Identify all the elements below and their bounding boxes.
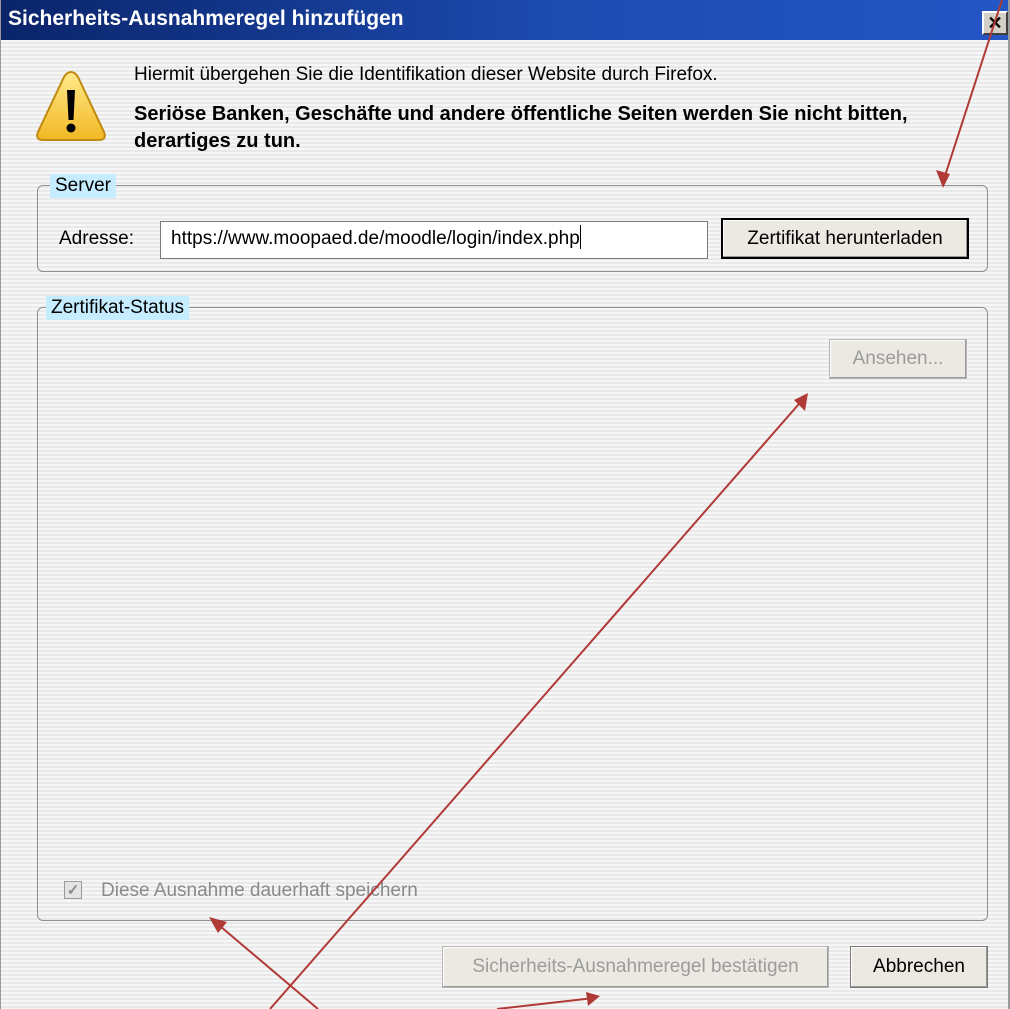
server-legend: Server xyxy=(50,174,116,198)
permanent-exception-label: Diese Ausnahme dauerhaft speichern xyxy=(101,880,418,901)
window-border-left xyxy=(0,0,1,1009)
certificate-status-group xyxy=(37,307,988,921)
warning-emphasis: Seriöse Banken, Geschäfte und andere öff… xyxy=(134,103,908,152)
download-certificate-button[interactable]: Zertifikat herunterladen xyxy=(721,218,969,259)
address-value: https://www.moopaed.de/moodle/login/inde… xyxy=(171,228,580,249)
certificate-status-legend: Zertifikat-Status xyxy=(46,296,190,320)
address-label: Adresse: xyxy=(59,228,134,249)
text-caret xyxy=(579,225,581,249)
address-input[interactable]: https://www.moopaed.de/moodle/login/inde… xyxy=(160,221,708,259)
close-button[interactable]: ✕ xyxy=(982,11,1008,35)
window-title: Sicherheits-Ausnahmeregel hinzufügen xyxy=(8,7,404,30)
view-certificate-button[interactable]: Ansehen... xyxy=(829,339,967,379)
warning-message: Hiermit übergehen Sie die Identifikation… xyxy=(134,64,718,85)
permanent-exception-checkbox[interactable]: ✓ xyxy=(64,881,82,899)
title-bar: Sicherheits-Ausnahmeregel hinzufügen ✕ xyxy=(0,0,1010,40)
cancel-button[interactable]: Abbrechen xyxy=(850,946,988,988)
warning-icon xyxy=(36,70,106,141)
close-icon: ✕ xyxy=(987,13,1003,33)
confirm-exception-button[interactable]: Sicherheits-Ausnahmeregel bestätigen xyxy=(442,946,829,988)
security-exception-dialog: Sicherheits-Ausnahmeregel hinzufügen ✕ H… xyxy=(0,0,1010,1009)
